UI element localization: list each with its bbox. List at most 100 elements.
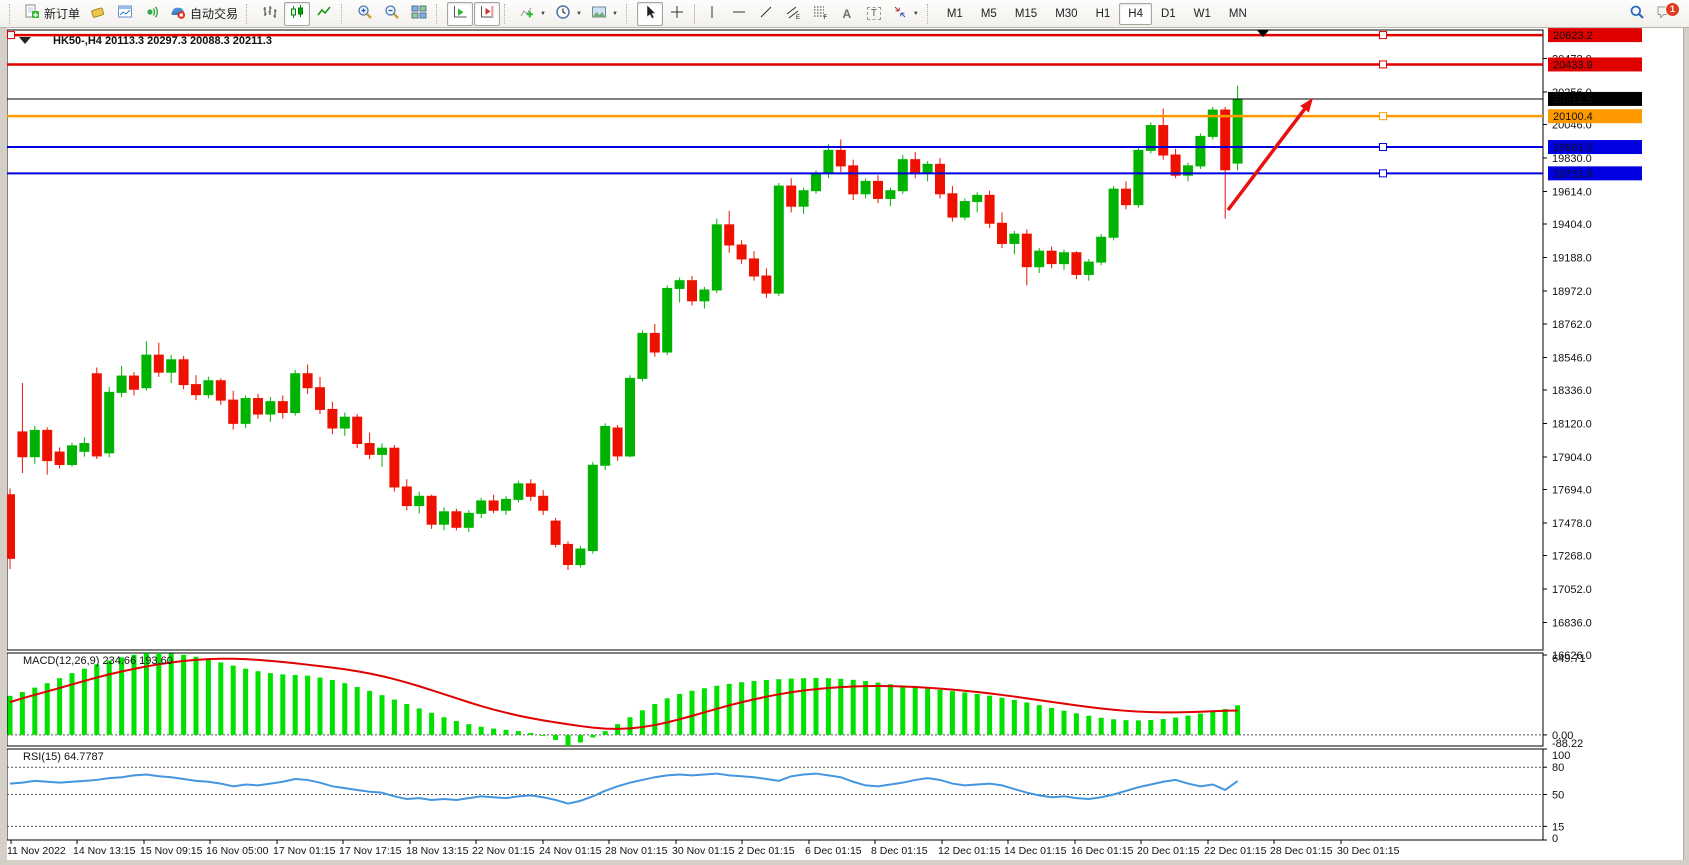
x-axis-label: 14 Nov 13:15 [73, 845, 136, 857]
macd-histogram-bar [355, 687, 360, 735]
line-handle[interactable] [1380, 144, 1387, 151]
chart-shift-button[interactable] [474, 2, 500, 26]
macd-histogram-bar [851, 680, 856, 735]
line-handle[interactable] [8, 32, 15, 39]
macd-histogram-bar [305, 676, 310, 735]
candle [452, 512, 461, 528]
candle [812, 174, 821, 191]
fibonacci-tool-button[interactable]: F [807, 2, 833, 26]
timeframe-button-d1[interactable]: D1 [1152, 3, 1185, 25]
candle [1047, 251, 1056, 263]
autotrading-button[interactable]: 自动交易 [166, 2, 242, 26]
macd-histogram-bar [417, 708, 422, 734]
line-handle[interactable] [1380, 113, 1387, 120]
templates-button[interactable]: ▼ [587, 2, 622, 26]
cursor-icon [642, 4, 658, 23]
macd-histogram-bar [1037, 705, 1042, 735]
macd-histogram-bar [454, 721, 459, 735]
line-handle[interactable] [1380, 170, 1387, 177]
timeframe-button-m1[interactable]: M1 [938, 3, 972, 25]
auto-scroll-button[interactable] [447, 2, 473, 26]
cursor-button[interactable] [637, 2, 663, 26]
window-right-edge [1683, 28, 1689, 865]
macd-histogram-bar [566, 735, 571, 746]
macd-histogram-bar [1074, 713, 1079, 735]
x-axis-label: 8 Dec 01:15 [871, 845, 928, 857]
candle [167, 360, 176, 372]
candle [601, 426, 610, 465]
bar-chart-icon [262, 4, 278, 23]
signals-button[interactable] [139, 2, 165, 26]
equidistant-channel-tool-button[interactable]: E [780, 2, 806, 26]
candle [948, 194, 957, 217]
timeframe-button-m30[interactable]: M30 [1046, 3, 1086, 25]
timeframe-button-m15[interactable]: M15 [1006, 3, 1046, 25]
search-button[interactable] [1624, 2, 1650, 26]
new-order-button[interactable]: 新订单 [20, 2, 84, 26]
arrow-objects-button[interactable]: ▼ [888, 2, 923, 26]
macd-histogram-bar [268, 673, 273, 735]
candle [861, 181, 870, 193]
candle [328, 409, 337, 428]
candlestick-type-button[interactable] [284, 2, 310, 26]
candle [117, 376, 126, 392]
zoom-in-button[interactable] [352, 2, 378, 26]
horizontal-line-tool-button[interactable] [726, 2, 752, 26]
text-label-tool-button[interactable]: T [861, 2, 887, 26]
timeframe-button-h1[interactable]: H1 [1087, 3, 1120, 25]
zoom-out-button[interactable] [379, 2, 405, 26]
timeframe-button-mn[interactable]: MN [1220, 3, 1256, 25]
candle [799, 191, 808, 207]
y-axis-tick-label: 17694.0 [1552, 484, 1592, 496]
candle [278, 402, 287, 413]
trendline-tool-button[interactable] [753, 2, 779, 26]
new-chart-button[interactable] [112, 2, 138, 26]
chart-window: HK50-,H4 20113.3 20297.3 20088.3 20211.3… [7, 28, 1683, 860]
candle [1084, 262, 1093, 274]
timeframe-button-h4[interactable]: H4 [1119, 3, 1152, 25]
candle [787, 186, 796, 206]
candle [1171, 155, 1180, 175]
periods-button[interactable]: ▼ [551, 2, 586, 26]
candle [1035, 251, 1044, 267]
candle [303, 374, 312, 388]
macd-histogram-bar [553, 735, 558, 740]
macd-histogram-bar [665, 698, 670, 735]
indicators-button[interactable]: ▼ [515, 2, 550, 26]
macd-histogram-bar [1111, 719, 1116, 735]
macd-histogram-bar [863, 681, 868, 735]
bar-chart-type-button[interactable] [257, 2, 283, 26]
candle [254, 399, 263, 415]
tile-windows-button[interactable] [406, 2, 432, 26]
vertical-line-tool-button[interactable] [699, 2, 725, 26]
line-handle[interactable] [1380, 32, 1387, 39]
macd-histogram-bar [206, 659, 211, 735]
timeframe-button-m5[interactable]: M5 [972, 3, 1006, 25]
chevron-down-icon: ▼ [540, 11, 546, 17]
candle [1072, 253, 1081, 275]
eraser-icon [90, 4, 106, 23]
macd-histogram-bar [900, 686, 905, 735]
line-handle[interactable] [1380, 61, 1387, 68]
indicators-icon [519, 4, 535, 23]
macd-histogram-bar [1062, 711, 1067, 735]
candle [836, 150, 845, 166]
window-bottom-edge [0, 860, 1689, 865]
chart-canvas[interactable]: HK50-,H4 20113.3 20297.3 20088.3 20211.3… [7, 28, 1683, 860]
new-order-label: 新订单 [44, 5, 80, 22]
candle [378, 448, 387, 454]
crosshair-button[interactable] [664, 2, 690, 26]
macd-histogram-bar [640, 710, 645, 735]
candle [477, 501, 486, 513]
notifications-button[interactable]: 1 [1651, 2, 1677, 26]
timeframe-button-w1[interactable]: W1 [1185, 3, 1220, 25]
eraser-button[interactable] [85, 2, 111, 26]
macd-histogram-bar [677, 694, 682, 735]
line-chart-type-button[interactable] [311, 2, 337, 26]
candle [1122, 189, 1131, 205]
candle [489, 501, 498, 510]
macd-histogram-bar [293, 675, 298, 735]
x-axis-label: 14 Dec 01:15 [1004, 845, 1067, 857]
candle [514, 484, 523, 500]
text-tool-button[interactable]: A [834, 2, 860, 26]
